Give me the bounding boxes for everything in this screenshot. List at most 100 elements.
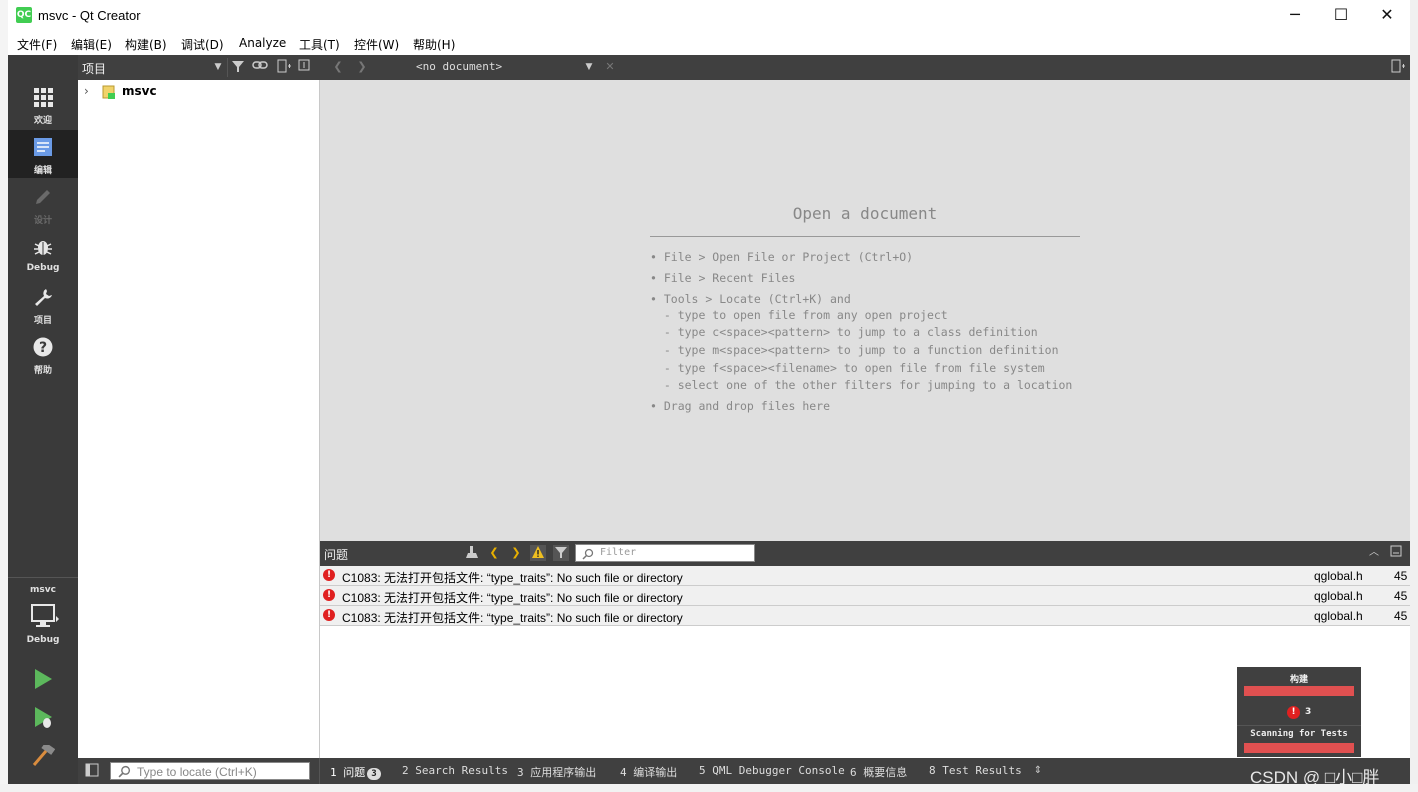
issue-row[interactable]: ! C1083: 无法打开包括文件: “type_traits”: No suc… <box>320 566 1410 586</box>
background-bottom-edge <box>0 784 1418 792</box>
open-document-title: Open a document <box>792 204 938 223</box>
issue-file: qglobal.h <box>1314 609 1363 623</box>
more-panes-icon[interactable]: ⇕ <box>1030 763 1046 779</box>
navigate-back-icon[interactable]: ❮ <box>330 59 346 75</box>
kit-selector-monitor-icon[interactable] <box>30 604 60 630</box>
document-dropdown-icon[interactable]: ▼ <box>581 59 597 75</box>
menu-help[interactable]: 帮助(H) <box>413 36 455 53</box>
filter-tree-icon[interactable] <box>230 59 246 75</box>
pane-number: 4 <box>620 766 627 779</box>
hint-locate: • Tools > Locate (Ctrl+K) and <box>650 292 851 306</box>
hint-locate-class: - type c<space><pattern> to jump to a cl… <box>650 325 1038 339</box>
mode-projects[interactable]: 项目 <box>8 280 78 328</box>
menu-tools[interactable]: 工具(T) <box>299 36 340 53</box>
toggle-sidebar-icon[interactable] <box>84 763 100 779</box>
mode-design-label: 设计 <box>33 216 52 226</box>
qt-creator-window: QC msvc - Qt Creator ─ ☐ ✕ 文件(F) 编辑(E) 构… <box>8 0 1410 784</box>
maximize-pane-icon[interactable]: ︿ <box>1366 545 1382 561</box>
kit-label: msvc <box>30 585 56 595</box>
pane-button-test-results[interactable]: 8 Test Results <box>929 764 1022 777</box>
pane-button-search-results[interactable]: 2 Search Results <box>402 764 508 777</box>
locator-input[interactable]: Type to locate (Ctrl+K) <box>110 762 310 780</box>
scan-progress-bar[interactable] <box>1244 743 1354 753</box>
chevron-right-icon[interactable]: › <box>84 84 89 98</box>
mode-edit[interactable]: 编辑 <box>8 130 78 178</box>
close-button[interactable]: ✕ <box>1364 0 1410 32</box>
hide-pane-icon[interactable] <box>1388 545 1404 561</box>
hint-locate-file: - type f<space><filename> to open file f… <box>650 361 1045 375</box>
issue-line: 45 <box>1394 589 1408 603</box>
filter-categories-icon[interactable] <box>553 545 569 561</box>
pencil-icon <box>36 190 50 204</box>
error-icon: ! <box>323 609 335 621</box>
mode-debug[interactable]: Debug <box>8 230 78 278</box>
bug-icon <box>34 241 52 255</box>
window-title: msvc - Qt Creator <box>38 8 141 23</box>
pane-button-qml-console[interactable]: 5 QML Debugger Console <box>699 764 845 777</box>
hint-recent-files: • File > Recent Files <box>650 271 796 285</box>
menu-debug[interactable]: 调试(D) <box>181 36 224 53</box>
mode-design[interactable]: 设计 <box>8 180 78 228</box>
menu-build[interactable]: 构建(B) <box>125 36 167 53</box>
issue-file: qglobal.h <box>1314 589 1363 603</box>
issue-line: 45 <box>1394 569 1408 583</box>
mode-welcome[interactable]: 欢迎 <box>8 80 78 128</box>
close-document-icon[interactable]: ✕ <box>602 59 618 75</box>
pane-label: 应用程序输出 <box>530 766 597 779</box>
menu-analyze[interactable]: Analyze <box>239 36 286 50</box>
clean-issues-icon[interactable] <box>464 545 480 561</box>
close-pane-icon[interactable] <box>296 59 312 75</box>
pane-number: 3 <box>517 766 524 779</box>
link-with-editor-icon[interactable] <box>252 59 268 75</box>
qt-creator-logo-icon: QC <box>16 7 32 23</box>
filter-placeholder: Filter <box>600 547 637 558</box>
split-pane-icon[interactable] <box>276 59 292 75</box>
pane-button-application-output[interactable]: 3 应用程序输出 <box>517 764 596 780</box>
pane-button-issues[interactable]: 1 问题 3 <box>330 764 381 780</box>
build-progress-panel: 构建 ! 3 Scanning for Tests <box>1237 667 1361 757</box>
background-left-edge <box>0 0 8 792</box>
project-view-dropdown-icon[interactable]: ▼ <box>210 59 226 75</box>
tree-item-msvc[interactable]: › msvc <box>82 83 312 101</box>
issue-row[interactable]: ! C1083: 无法打开包括文件: “type_traits”: No suc… <box>320 606 1410 626</box>
menu-widgets[interactable]: 控件(W) <box>354 36 399 53</box>
build-hammer-icon[interactable] <box>31 745 55 767</box>
issues-pane-title: 问题 <box>324 548 349 562</box>
pane-number: 2 <box>402 764 409 777</box>
menu-edit[interactable]: 编辑(E) <box>71 36 112 53</box>
menu-file[interactable]: 文件(F) <box>17 36 57 53</box>
navigate-forward-icon[interactable]: ❯ <box>354 59 370 75</box>
title-bar: QC msvc - Qt Creator ─ ☐ ✕ <box>8 0 1410 32</box>
statusbar-divider <box>319 758 320 784</box>
previous-issue-icon[interactable]: ❮ <box>486 545 502 561</box>
run-icon[interactable] <box>33 668 53 690</box>
split-editor-icon[interactable] <box>1390 59 1406 75</box>
help-icon: ? <box>33 337 53 357</box>
document-selector[interactable]: <no document> <box>416 60 502 73</box>
search-icon <box>118 765 131 778</box>
issue-message: C1083: 无法打开包括文件: “type_traits”: No such … <box>342 591 683 605</box>
sidebar-divider <box>8 577 78 578</box>
mode-debug-label: Debug <box>26 263 60 273</box>
pane-label: 概要信息 <box>863 766 908 779</box>
debug-run-icon[interactable] <box>33 706 55 730</box>
mode-projects-label: 项目 <box>33 316 52 326</box>
mode-edit-label: 编辑 <box>33 166 52 176</box>
locator-placeholder: Type to locate (Ctrl+K) <box>137 765 257 779</box>
pane-label: 编译输出 <box>633 766 678 779</box>
next-issue-icon[interactable]: ❯ <box>508 545 524 561</box>
error-icon: ! <box>323 589 335 601</box>
minimize-button[interactable]: ─ <box>1272 0 1318 32</box>
mode-help[interactable]: ? 帮助 <box>8 330 78 378</box>
show-warnings-icon[interactable] <box>530 545 546 561</box>
top-toolbar: 项目 ▼ ❮ ❯ <no document> ▼ ✕ <box>78 55 1410 80</box>
pane-button-general-messages[interactable]: 6 概要信息 <box>850 764 907 780</box>
issue-row[interactable]: ! C1083: 无法打开包括文件: “type_traits”: No suc… <box>320 586 1410 606</box>
issues-filter-input[interactable]: Filter <box>575 544 755 562</box>
build-progress-bar[interactable] <box>1244 686 1354 696</box>
build-error-count: 3 <box>1305 707 1312 717</box>
pane-button-compile-output[interactable]: 4 编译输出 <box>620 764 677 780</box>
maximize-button[interactable]: ☐ <box>1318 0 1364 32</box>
issues-toolbar: 问题 ❮ ❯ Filter ︿ <box>320 541 1410 566</box>
pane-label: 问题 <box>343 766 366 779</box>
